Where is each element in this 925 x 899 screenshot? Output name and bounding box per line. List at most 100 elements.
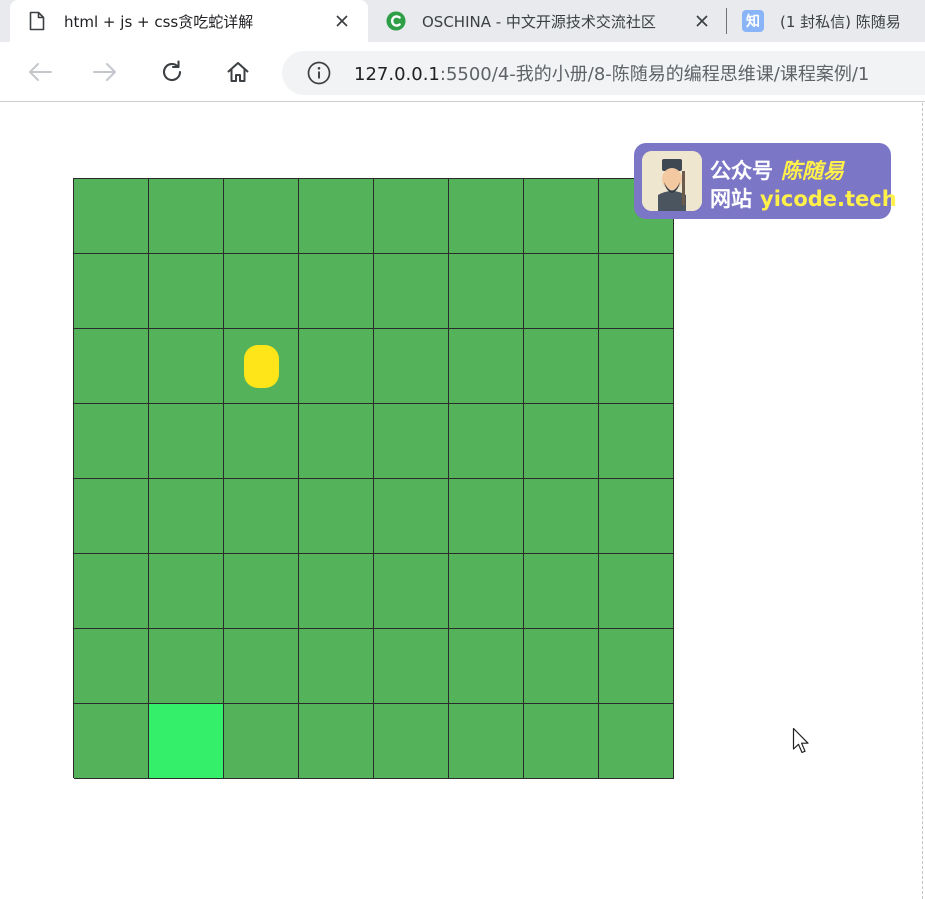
grid-cell — [74, 179, 149, 254]
tab-snake-tutorial[interactable]: html + js + css贪吃蛇详解 — [10, 0, 368, 42]
home-button[interactable] — [221, 55, 255, 89]
grid-cell — [299, 329, 374, 404]
author-name: 陈随易 — [781, 159, 844, 183]
game-board[interactable] — [73, 178, 674, 779]
tab-strip: html + js + css贪吃蛇详解 OSCHINA - 中文开源技术交流社… — [0, 0, 925, 42]
grid-cell — [449, 704, 524, 779]
grid-cell — [374, 179, 449, 254]
grid-cell — [524, 554, 599, 629]
zhihu-logo-icon: 知 — [742, 10, 764, 32]
grid-cell — [149, 404, 224, 479]
grid-cell — [299, 554, 374, 629]
grid-cell — [374, 554, 449, 629]
url-text: 127.0.0.1:5500/4-我的小册/8-陈随易的编程思维课/课程案例/1 — [354, 60, 869, 86]
grid-cell — [224, 404, 299, 479]
grid-cell — [74, 404, 149, 479]
grid-cell — [449, 479, 524, 554]
oschina-logo-icon — [386, 11, 406, 31]
grid-cell — [224, 254, 299, 329]
grid-cell — [149, 329, 224, 404]
grid-cell — [299, 479, 374, 554]
arrow-right-icon — [93, 63, 116, 81]
mouse-cursor-icon — [792, 727, 809, 754]
grid-cell — [374, 704, 449, 779]
reload-icon — [162, 60, 182, 81]
browser-toolbar: 127.0.0.1:5500/4-我的小册/8-陈随易的编程思维课/课程案例/1 — [0, 42, 925, 102]
tab-separator — [726, 8, 727, 34]
viewport-edge — [922, 103, 923, 899]
grid-cell — [149, 479, 224, 554]
snake-body-cell — [149, 704, 224, 779]
tab-oschina[interactable]: OSCHINA - 中文开源技术交流社区 — [370, 0, 726, 42]
grid-cell — [74, 329, 149, 404]
grid-cell — [449, 179, 524, 254]
grid-cell — [224, 179, 299, 254]
watermark-line-1: 公众号 陈随易 — [710, 155, 844, 185]
grid-cell — [74, 629, 149, 704]
grid-cell — [599, 479, 674, 554]
grid-cell — [224, 329, 299, 404]
grid-cell — [74, 479, 149, 554]
grid-cell — [599, 329, 674, 404]
grid-cell — [374, 329, 449, 404]
grid-cell — [299, 629, 374, 704]
close-tab-icon[interactable] — [692, 11, 712, 31]
grid-cell — [449, 254, 524, 329]
grid-cell — [74, 254, 149, 329]
grid-cell — [149, 254, 224, 329]
grid-cell — [374, 629, 449, 704]
grid-cell — [374, 404, 449, 479]
grid-cell — [524, 704, 599, 779]
grid-cell — [524, 254, 599, 329]
arrow-left-icon — [29, 63, 52, 81]
grid-cell — [149, 629, 224, 704]
grid-cell — [599, 629, 674, 704]
address-bar[interactable]: 127.0.0.1:5500/4-我的小册/8-陈随易的编程思维课/课程案例/1 — [282, 51, 925, 95]
grid-cell — [449, 329, 524, 404]
grid-cell — [599, 704, 674, 779]
grid-cell — [74, 554, 149, 629]
grid-cell — [299, 404, 374, 479]
grid-cell — [524, 629, 599, 704]
grid-cell — [449, 554, 524, 629]
tab-zhihu[interactable]: 知 (1 封私信) 陈随易 — [728, 0, 925, 42]
grid-cell — [449, 404, 524, 479]
grid-cell — [299, 704, 374, 779]
site-label: 网站 — [710, 187, 752, 211]
site-url: yicode.tech — [760, 187, 897, 211]
tab-title: OSCHINA - 中文开源技术交流社区 — [422, 12, 656, 31]
food-item — [244, 345, 279, 388]
grid-cell — [224, 479, 299, 554]
tab-title: (1 封私信) 陈随易 — [780, 12, 901, 31]
grid-cell — [449, 629, 524, 704]
grid-cell — [599, 254, 674, 329]
close-tab-icon[interactable] — [332, 11, 352, 31]
grid-cell — [299, 254, 374, 329]
grid-cell — [149, 554, 224, 629]
grid-cell — [599, 404, 674, 479]
document-icon — [27, 11, 47, 31]
site-info-icon[interactable] — [306, 60, 332, 86]
reload-button[interactable] — [155, 55, 189, 89]
tab-title: html + js + css贪吃蛇详解 — [64, 12, 254, 31]
grid-cell — [224, 704, 299, 779]
grid-cell — [599, 554, 674, 629]
url-path: :5500/4-我的小册/8-陈随易的编程思维课/课程案例/1 — [439, 64, 870, 85]
wechat-label: 公众号 — [710, 159, 773, 183]
back-button[interactable] — [23, 55, 57, 89]
avatar — [642, 151, 702, 211]
grid-cell — [224, 554, 299, 629]
grid-cell — [374, 479, 449, 554]
grid-cell — [524, 404, 599, 479]
grid-cell — [74, 704, 149, 779]
watermark-badge: 公众号 陈随易 网站 yicode.tech — [634, 143, 897, 219]
grid-cell — [374, 254, 449, 329]
watermark-line-2: 网站 yicode.tech — [710, 183, 897, 213]
grid-cell — [524, 329, 599, 404]
forward-button[interactable] — [88, 55, 122, 89]
grid-cell — [524, 479, 599, 554]
grid-cell — [299, 179, 374, 254]
grid-cell — [149, 179, 224, 254]
grid-cell — [524, 179, 599, 254]
home-icon — [227, 62, 249, 82]
